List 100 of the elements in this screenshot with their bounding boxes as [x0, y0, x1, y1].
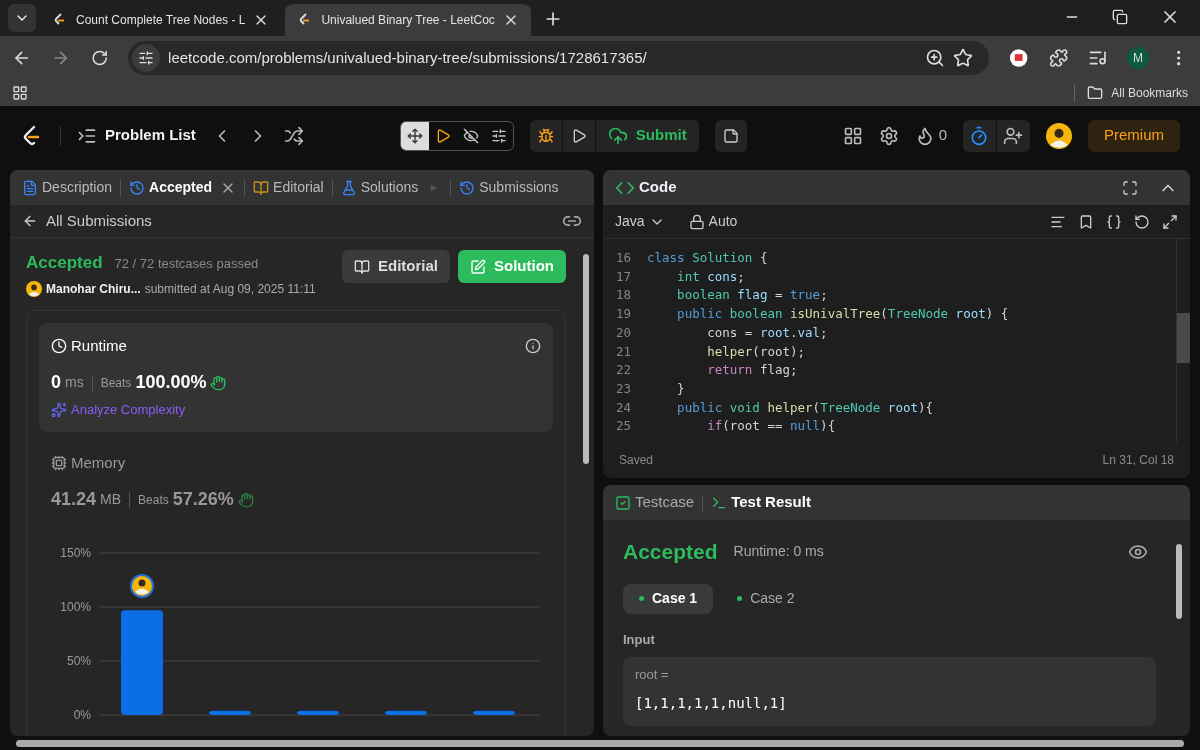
line-number: 17 [614, 267, 632, 286]
line-number: 22 [614, 361, 632, 380]
line-number: 24 [614, 398, 632, 417]
profile-avatar[interactable]: M [1127, 47, 1149, 69]
star-icon[interactable] [953, 48, 974, 68]
note-button[interactable] [714, 119, 747, 152]
expand-icon[interactable] [1162, 213, 1178, 230]
sliders-icon[interactable] [490, 127, 507, 144]
fullscreen-icon[interactable] [1122, 179, 1138, 196]
code-line: boolean flag = true; [676, 286, 828, 305]
flask-icon [340, 179, 357, 196]
reset-icon[interactable] [1134, 213, 1150, 230]
restore-icon[interactable] [1112, 9, 1128, 25]
extension-icon[interactable] [1009, 48, 1029, 68]
invite-button[interactable] [997, 119, 1030, 152]
back-icon [22, 213, 38, 229]
user-plus-icon [1003, 125, 1024, 146]
reload-icon[interactable] [90, 49, 109, 67]
back-link[interactable]: All Submissions [22, 209, 152, 233]
move-button[interactable] [400, 121, 429, 150]
submit-button[interactable]: Submit [595, 119, 699, 152]
beats-label: Beats [100, 374, 132, 392]
axis-label: 150% [60, 546, 91, 560]
metric-title: Runtime [71, 335, 127, 356]
premium-button[interactable]: Premium [1088, 119, 1180, 152]
debug-button[interactable] [529, 119, 562, 152]
panel-tab[interactable]: Test Result [711, 491, 811, 514]
panel-tab[interactable]: Testcase [615, 491, 695, 514]
site-settings-button[interactable] [132, 44, 161, 72]
bookmark-icon[interactable] [1078, 213, 1094, 230]
streak-counter[interactable]: 0 [914, 124, 947, 147]
clap-icon [210, 374, 227, 391]
code-line: cons = root.val; [706, 323, 828, 342]
mode-label[interactable]: Auto [688, 211, 738, 232]
chip-icon [51, 454, 67, 471]
metric-unit: ms [65, 373, 84, 392]
case-tab[interactable]: Case 2 [721, 583, 811, 614]
book-icon [354, 258, 370, 275]
zoom-icon[interactable] [925, 48, 946, 68]
case-tab[interactable]: Case 1 [623, 583, 714, 614]
metric-card[interactable]: Runtime 0 ms Beats 100.00% Analyze Complexity [39, 322, 553, 432]
address-field[interactable]: leetcode.com/problems/univalued-binary-tree/submissions/1728617365/ [128, 41, 990, 75]
editorial-button[interactable]: Editorial [342, 250, 450, 283]
play-icon [430, 183, 439, 192]
code-line: helper(root); [706, 342, 806, 361]
url-text: leetcode.com/problems/univalued-binary-tree/submissions/1728617365/ [168, 47, 648, 68]
run-button[interactable] [562, 119, 595, 152]
panel-tab[interactable]: Submissions [455, 177, 563, 198]
eye-off-icon[interactable] [462, 127, 479, 144]
move-icon [406, 127, 423, 144]
code-line: public void helper(TreeNode root){ [676, 398, 934, 417]
info-icon[interactable] [525, 337, 541, 354]
lock-icon [688, 213, 705, 230]
language-select[interactable]: Java [615, 211, 665, 232]
code-line: class Solution { [647, 249, 768, 267]
problem-list-link[interactable]: Problem List [77, 124, 196, 147]
author-name[interactable]: Manohar Chiru... [46, 279, 141, 298]
settings-icon[interactable] [878, 125, 899, 146]
browser-tab[interactable]: Univalued Binary Tree - LeetCoc [285, 4, 531, 36]
book-icon [253, 179, 270, 196]
timer-button[interactable] [963, 119, 996, 152]
bookmarks-folder[interactable]: All Bookmarks [1074, 84, 1188, 102]
code-line: } [676, 379, 685, 398]
axis-label: 100% [60, 600, 91, 614]
metric-title: Memory [71, 452, 126, 473]
clap-icon [237, 491, 254, 508]
cursor-position: Ln 31, Col 18 [1102, 452, 1174, 469]
history-icon [459, 179, 476, 196]
panel-tab[interactable]: Accepted [125, 177, 241, 198]
shuffle-icon[interactable] [283, 125, 304, 146]
axis-label: 50% [66, 654, 91, 668]
author-avatar [26, 280, 42, 297]
bar [297, 710, 339, 715]
metric-value: 0 [51, 371, 61, 394]
braces-icon[interactable] [1106, 213, 1122, 230]
code-line: return flag; [706, 361, 798, 380]
tab-search-button[interactable] [8, 4, 36, 32]
line-number: 21 [614, 342, 632, 361]
browser-tab[interactable]: Count Complete Tree Nodes - L [40, 4, 282, 36]
panel-tab[interactable]: Description [18, 177, 117, 198]
line-number: 23 [614, 379, 632, 398]
cloud-upload-icon [607, 125, 628, 146]
code-line: int cons; [676, 267, 745, 286]
checkbox-icon [615, 494, 631, 511]
panel-tab[interactable]: Editorial [249, 177, 328, 198]
tab-title: Count Complete Tree Nodes - L [76, 12, 246, 29]
metric-card[interactable]: Memory 41.24 MB Beats 57.26% [39, 439, 553, 525]
result-status: Accepted [623, 539, 718, 565]
line-number: 19 [614, 305, 632, 324]
layout-icon[interactable] [842, 125, 863, 146]
scrollbar[interactable] [1176, 239, 1190, 442]
line-number: 25 [614, 417, 632, 436]
folder-icon [1087, 85, 1104, 101]
bug-icon [537, 127, 554, 144]
edit-icon [470, 258, 486, 275]
history-icon [129, 179, 146, 196]
save-status: Saved [619, 452, 654, 469]
puzzle-icon[interactable] [1048, 48, 1068, 68]
apps-icon[interactable] [12, 85, 28, 101]
panel-tab[interactable]: Solutions [336, 177, 423, 198]
